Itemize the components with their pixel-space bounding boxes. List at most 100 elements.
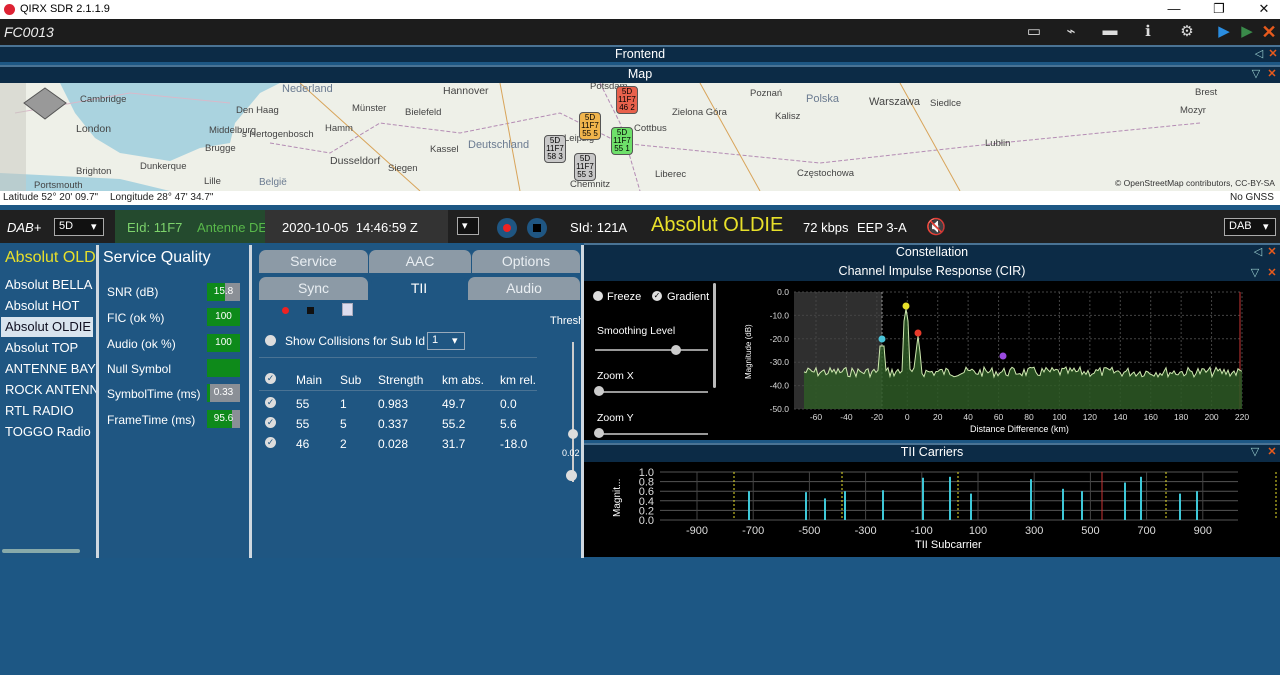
zoomx-handle[interactable]	[594, 386, 604, 396]
row-checkbox[interactable]: ✓	[265, 397, 276, 408]
tab-options[interactable]: Options	[472, 250, 580, 273]
scrollbar[interactable]	[2, 549, 80, 553]
smoothing-handle[interactable]	[671, 345, 681, 355]
col-km-abs[interactable]: km abs.	[442, 373, 484, 387]
close-icon[interactable]: ✕	[1266, 245, 1278, 260]
satellite-icon[interactable]: ⌁	[1060, 22, 1082, 42]
play-icon[interactable]: ▶	[1213, 22, 1235, 42]
tii-xtick: 700	[1137, 525, 1155, 537]
transmitter-marker[interactable]: 5D 11F7 55 1	[611, 127, 633, 155]
close-window-button[interactable]: ✕	[1252, 1, 1276, 18]
frontend-header[interactable]: Frontend ◁ ✕	[0, 45, 1280, 62]
tii-xtick: -900	[686, 525, 708, 537]
tab-service[interactable]: Service	[259, 250, 368, 273]
col-strength[interactable]: Strength	[378, 373, 423, 387]
mode-dropdown[interactable]: DAB ▾	[1224, 218, 1276, 236]
stop-icon[interactable]	[307, 307, 314, 314]
country-label: Polska	[806, 93, 840, 105]
window-titlebar: QIRX SDR 2.1.1.9 — ❐ ✕	[0, 0, 1280, 19]
close-icon[interactable]: ✕	[1266, 445, 1278, 460]
play-record-icon[interactable]: ▶	[1236, 22, 1258, 42]
service-item-selected[interactable]: Absolut OLDIE	[1, 317, 93, 337]
col-km-rel[interactable]: km rel.	[500, 373, 536, 387]
row-checkbox[interactable]: ✓	[265, 417, 276, 428]
zoomx-slider[interactable]	[595, 391, 708, 393]
map-label: Liberec	[655, 169, 687, 180]
thresh-slider-handle[interactable]	[568, 429, 578, 439]
app-icon	[4, 4, 15, 15]
service-item[interactable]: ROCK ANTENNE	[5, 382, 96, 397]
minus-icon[interactable]: ▬	[1099, 22, 1121, 42]
tab-aac[interactable]: AAC	[369, 250, 471, 273]
marker-text: 55 3	[577, 170, 593, 179]
col-main[interactable]: Main	[296, 373, 322, 387]
cir-ytick: -20.0	[770, 334, 790, 344]
map-view[interactable]: Cambridge London Brighton Portsmouth Mid…	[0, 83, 1280, 191]
close-icon[interactable]: ✕	[1266, 67, 1278, 82]
constellation-title: Constellation	[895, 245, 969, 259]
thresh-slider-track[interactable]	[572, 342, 574, 482]
settings-icon[interactable]: ⚙	[1176, 22, 1198, 42]
tii-xtick: -500	[798, 525, 820, 537]
service-item[interactable]: ANTENNE BAYERN	[5, 361, 96, 376]
tab-audio[interactable]: Audio	[468, 277, 580, 300]
map-attribution[interactable]: © OpenStreetMap contributors, CC-BY-SA	[1115, 178, 1275, 188]
info-icon[interactable]: ℹ	[1137, 22, 1159, 42]
map-icon[interactable]: ▭	[1023, 22, 1045, 42]
service-item[interactable]: RTL RADIO	[5, 403, 74, 418]
tab-tii[interactable]: TII	[371, 277, 467, 300]
zoomy-label: Zoom Y	[597, 412, 634, 424]
tab-sync[interactable]: Sync	[259, 277, 368, 300]
gradient-checkbox[interactable]: ✓	[652, 291, 662, 301]
close-icon[interactable]: ✕	[1266, 264, 1278, 279]
row-checkbox[interactable]: ✓	[265, 437, 276, 448]
service-item[interactable]: Absolut HOT	[5, 298, 79, 313]
zoomy-slider[interactable]	[595, 433, 708, 435]
collisions-radio[interactable]	[265, 335, 276, 346]
transmitter-marker[interactable]: 5D 11F7 55 5	[579, 112, 601, 140]
stop-icon[interactable]: ✕	[1258, 22, 1280, 42]
minimize-button[interactable]: —	[1162, 1, 1186, 18]
transmitter-marker[interactable]: 5D 11F7 55 3	[574, 153, 596, 181]
collapse-icon[interactable]: ▽	[1250, 67, 1262, 82]
transmitter-marker[interactable]: 5D 11F7 58 3	[544, 135, 566, 163]
zoomy-handle[interactable]	[594, 428, 604, 438]
tii-bar	[1179, 493, 1181, 520]
mute-icon[interactable]: 🔇	[926, 217, 946, 237]
service-item[interactable]: Absolut BELLA	[5, 277, 92, 292]
map-header[interactable]: Map ▽ ✕	[0, 65, 1280, 83]
cir-header[interactable]: Channel Impulse Response (CIR) ▽ ✕	[584, 262, 1280, 281]
coordinates-bar: Latitude 52° 20' 09.7" Longitude 28° 47'…	[0, 191, 1280, 205]
checkall-icon[interactable]: ✓	[265, 373, 276, 384]
record-icon[interactable]	[282, 307, 289, 314]
col-sub[interactable]: Sub	[340, 373, 361, 387]
constellation-header[interactable]: Constellation ◁ ✕	[584, 243, 1280, 262]
smoothing-slider[interactable]	[595, 349, 708, 351]
tii-cell: 55	[296, 397, 310, 411]
subid-dropdown[interactable]: 1 ▾	[427, 332, 465, 350]
transmitter-marker[interactable]: 5D 11F7 46 2	[616, 86, 638, 114]
maximize-button[interactable]: ❐	[1207, 1, 1231, 18]
tii-cell: 0.983	[378, 397, 409, 411]
collapse-icon[interactable]: ▽	[1249, 264, 1261, 279]
tii-xtick: 500	[1081, 525, 1099, 537]
channel-dropdown[interactable]: 5D ▾	[54, 218, 104, 236]
expand-icon[interactable]: ◁	[1253, 47, 1265, 62]
stop-record-button[interactable]	[527, 218, 547, 238]
thresh-radio[interactable]	[566, 470, 577, 481]
expand-icon[interactable]: ◁	[1252, 245, 1264, 260]
file-name: FC0013	[4, 24, 54, 40]
record-button[interactable]	[497, 218, 517, 238]
scrollbar[interactable]	[713, 283, 716, 388]
close-icon[interactable]: ✕	[1267, 47, 1279, 62]
collapse-icon[interactable]: ▽	[1249, 445, 1261, 460]
quality-value-box: 95.6	[207, 410, 240, 428]
tii-carriers-header[interactable]: TII Carriers ▽ ✕	[584, 443, 1280, 462]
service-dropdown[interactable]: ▾	[457, 217, 479, 235]
service-item[interactable]: TOGGO Radio	[5, 424, 91, 439]
freeze-radio[interactable]	[593, 291, 603, 301]
document-icon[interactable]	[342, 303, 353, 316]
service-item[interactable]: Absolut TOP	[5, 340, 78, 355]
quality-title: Service Quality	[103, 249, 211, 266]
tii-xtick: -100	[911, 525, 933, 537]
